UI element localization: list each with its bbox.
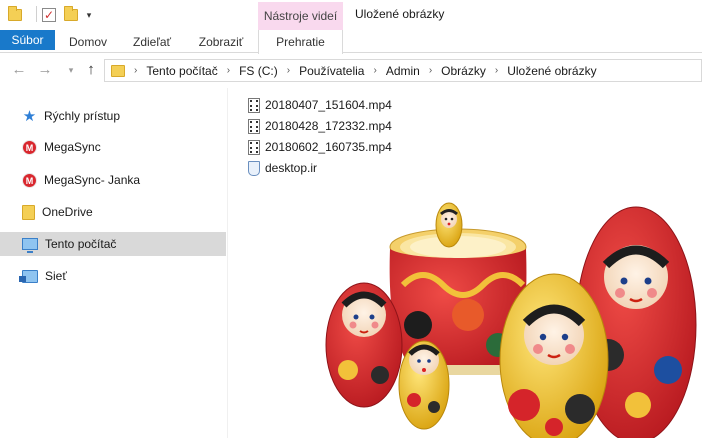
tab-share[interactable]: Zdieľať: [122, 30, 182, 53]
address-folder-icon: [111, 64, 125, 77]
nav-item-label: Tento počítač: [45, 237, 117, 251]
breadcrumb-separator-icon[interactable]: ›: [134, 65, 137, 76]
breadcrumb-separator-icon[interactable]: ›: [373, 65, 376, 76]
tab-playback[interactable]: Prehratie: [258, 30, 343, 54]
nav-item-label: OneDrive: [42, 205, 93, 219]
quick-access-divider: [36, 6, 37, 22]
window-title: Uložené obrázky: [355, 7, 445, 21]
breadcrumb-separator-icon[interactable]: ›: [429, 65, 432, 76]
onedrive-folder-icon: [22, 204, 35, 220]
list-item[interactable]: desktop.ir: [248, 158, 317, 178]
breadcrumb-this-pc[interactable]: Tento počítač: [146, 64, 217, 78]
quick-access-star-icon: ★: [22, 107, 37, 125]
nav-item-megasync-janka[interactable]: M MegaSync- Janka: [0, 168, 226, 192]
nav-item-quick-access[interactable]: ★ Rýchly prístup: [0, 104, 226, 128]
breadcrumb-separator-icon[interactable]: ›: [227, 65, 230, 76]
nesting-dolls-image: [325, 202, 697, 438]
tab-home[interactable]: Domov: [60, 30, 116, 53]
video-file-icon: [248, 118, 260, 134]
file-name: desktop.ir: [265, 161, 318, 175]
customize-toolbar-dropdown-icon[interactable]: ▾: [83, 6, 95, 24]
title-bar: ✓ ▾ Nástroje videí Uložené obrázky: [0, 0, 702, 30]
nav-item-network[interactable]: Sieť: [0, 264, 226, 288]
breadcrumb-admin[interactable]: Admin: [386, 64, 420, 78]
file-name: 20180407_151604.mp4: [265, 98, 392, 112]
tiny-doll-top: [435, 202, 463, 248]
context-tab-video-tools: Nástroje videí: [258, 2, 343, 30]
nav-item-label: Sieť: [45, 269, 67, 283]
folder-icon[interactable]: [6, 6, 24, 24]
nav-item-megasync[interactable]: M MegaSync: [0, 135, 226, 159]
breadcrumb-separator-icon[interactable]: ›: [495, 65, 498, 76]
nav-item-onedrive[interactable]: OneDrive: [0, 200, 226, 224]
breadcrumb-users[interactable]: Používatelia: [299, 64, 364, 78]
ini-file-icon: [248, 160, 260, 176]
nav-item-label: MegaSync- Janka: [44, 173, 141, 187]
file-name: 20180602_160735.mp4: [265, 140, 392, 154]
up-arrow-icon[interactable]: ↑: [82, 62, 100, 78]
nav-item-label: MegaSync: [44, 140, 101, 154]
breadcrumb-saved-pictures[interactable]: Uložené obrázky: [507, 64, 596, 78]
properties-check-icon[interactable]: ✓: [40, 6, 58, 24]
computer-icon: [22, 238, 38, 253]
breadcrumb-separator-icon[interactable]: ›: [287, 65, 290, 76]
recent-locations-chevron-icon[interactable]: ▾: [62, 62, 80, 78]
big-yellow-doll-front: [499, 273, 609, 438]
list-item[interactable]: 20180428_172332.mp4: [248, 116, 392, 136]
red-doll-left: [325, 282, 403, 408]
video-file-icon: [248, 97, 260, 113]
network-icon: [19, 269, 38, 283]
breadcrumb-pictures[interactable]: Obrázky: [441, 64, 486, 78]
new-folder-icon[interactable]: [62, 6, 80, 24]
nav-item-this-pc[interactable]: Tento počítač: [0, 232, 226, 256]
megasync-icon: M: [22, 139, 37, 155]
ribbon-tabs: Súbor Domov Zdieľať Zobraziť Prehratie: [0, 30, 702, 54]
breadcrumb-drive[interactable]: FS (C:): [239, 64, 278, 78]
video-file-icon: [248, 139, 260, 155]
tab-view[interactable]: Zobraziť: [191, 30, 251, 53]
tab-file[interactable]: Súbor: [0, 30, 55, 50]
address-bar[interactable]: › Tento počítač › FS (C:) › Používatelia…: [104, 59, 702, 82]
address-row: ← → ▾ ↑ › Tento počítač › FS (C:) › Použ…: [0, 54, 702, 87]
small-yellow-doll: [398, 340, 450, 430]
megasync-icon: M: [22, 172, 37, 188]
list-item[interactable]: 20180407_151604.mp4: [248, 95, 392, 115]
file-name: 20180428_172332.mp4: [265, 119, 392, 133]
forward-arrow-icon[interactable]: →: [36, 62, 54, 78]
list-item[interactable]: 20180602_160735.mp4: [248, 137, 392, 157]
back-arrow-icon[interactable]: ←: [10, 62, 28, 78]
nav-item-label: Rýchly prístup: [44, 109, 121, 123]
navigation-pane: ★ Rýchly prístup M MegaSync M MegaSync- …: [0, 88, 228, 438]
